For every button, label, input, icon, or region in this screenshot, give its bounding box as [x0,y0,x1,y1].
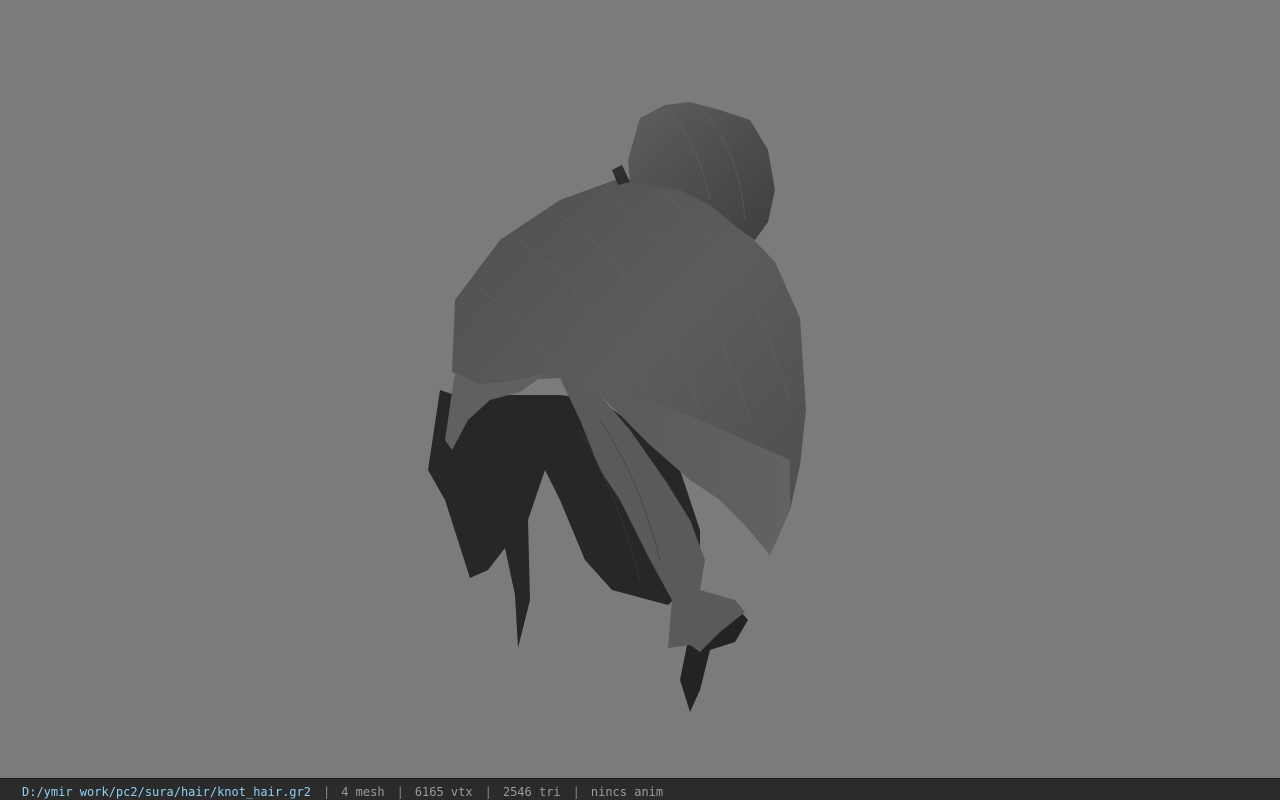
separator: | [322,785,331,799]
file-path: D:/ymir work/pc2/sura/hair/knot_hair.gr2 [22,785,311,799]
animation-status: nincs anim [590,785,664,799]
3d-viewport[interactable] [0,0,1280,778]
separator: | [396,785,404,799]
vertex-count: 6165 vtx [414,785,473,799]
separator: | [572,785,580,799]
hair-model[interactable] [0,0,1280,778]
separator: | [484,785,492,799]
mesh-count: 4 mesh [341,785,385,799]
triangle-count: 2546 tri [502,785,561,799]
status-bar: D:/ymir work/pc2/sura/hair/knot_hair.gr2… [0,778,1280,800]
